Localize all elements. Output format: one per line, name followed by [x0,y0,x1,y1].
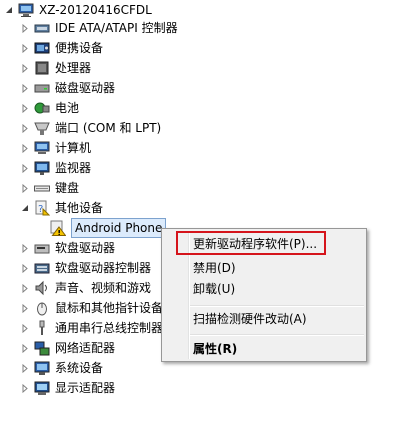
tree-item-processors[interactable]: 处理器 [20,58,91,78]
menu-item-disable[interactable]: 禁用(D) [193,257,236,279]
tree-item-computer[interactable]: 计算机 [20,138,91,158]
ide-controller-icon [34,20,50,36]
tree-item-floppy-controllers[interactable]: 软盘驱动器控制器 [20,258,151,278]
keyboard-icon [34,180,50,196]
tree-item-label: 便携设备 [55,41,104,55]
expanded-arrow-icon[interactable] [20,198,30,218]
tree-item-label: 系统设备 [55,361,104,375]
tree-item-label: 监视器 [55,161,92,175]
floppy-drive-icon [34,240,50,256]
annotation-highlight-box [176,231,326,255]
collapsed-arrow-icon[interactable] [20,258,30,278]
collapsed-arrow-icon[interactable] [20,138,30,158]
sound-icon [34,280,50,296]
mouse-icon [34,300,50,316]
collapsed-arrow-icon[interactable] [20,178,30,198]
disk-drive-icon [34,80,50,96]
tree-item-other-devices[interactable]: ? 其他设备 [20,198,103,218]
tree-item-label: 计算机 [55,141,92,155]
tree-root-label: XZ-20120416CFDL [39,3,152,17]
tree-root[interactable]: XZ-20120416CFDL [4,0,152,20]
other-devices-icon: ? [34,200,50,216]
tree-item-disk-drives[interactable]: 磁盘驱动器 [20,78,115,98]
network-adapter-icon [34,340,50,356]
warning-device-icon [50,220,66,236]
expanded-arrow-icon[interactable] [4,0,14,20]
menu-separator [190,334,364,336]
tree-item-usb-controllers[interactable]: 通用串行总线控制器 [20,318,163,338]
usb-icon [34,320,50,336]
tree-item-sound-video-game[interactable]: 声音、视频和游戏 [20,278,151,298]
collapsed-arrow-icon[interactable] [20,118,30,138]
tree-item-label: 电池 [55,101,80,115]
tree-item-portable-devices[interactable]: 便携设备 [20,38,103,58]
tree-item-network-adapters[interactable]: 网络适配器 [20,338,115,358]
collapsed-arrow-icon[interactable] [20,18,30,38]
menu-item-uninstall[interactable]: 卸载(U) [193,278,235,300]
tree-item-android-phone[interactable]: Android Phone [50,218,167,238]
menu-separator [190,305,364,307]
collapsed-arrow-icon[interactable] [20,38,30,58]
computer-icon [34,140,50,156]
tree-item-label: 网络适配器 [55,341,116,355]
collapsed-arrow-icon[interactable] [20,378,30,398]
battery-icon [34,100,50,116]
tree-item-label: IDE ATA/ATAPI 控制器 [55,21,178,35]
tree-item-label: 声音、视频和游戏 [55,281,152,295]
tree-item-label: 软盘驱动器 [55,241,116,255]
tree-item-system-devices[interactable]: 系统设备 [20,358,103,378]
collapsed-arrow-icon[interactable] [20,318,30,338]
portable-device-icon [34,40,50,56]
collapsed-arrow-icon[interactable] [20,238,30,258]
tree-item-label: 键盘 [55,181,80,195]
collapsed-arrow-icon[interactable] [20,78,30,98]
tree-item-label: 鼠标和其他指针设备 [55,301,164,315]
tree-item-label: 磁盘驱动器 [55,81,116,95]
tree-item-label: 显示适配器 [55,381,116,395]
tree-item-keyboards[interactable]: 键盘 [20,178,79,198]
collapsed-arrow-icon[interactable] [20,98,30,118]
collapsed-arrow-icon[interactable] [20,58,30,78]
tree-item-monitors[interactable]: 监视器 [20,158,91,178]
menu-item-scan-hardware[interactable]: 扫描检测硬件改动(A) [193,308,307,330]
processor-icon [34,60,50,76]
collapsed-arrow-icon[interactable] [20,158,30,178]
tree-item-batteries[interactable]: 电池 [20,98,79,118]
display-adapter-icon [34,380,50,396]
system-device-icon [34,360,50,376]
tree-item-label-selected: Android Phone [71,218,167,238]
tree-item-label: 软盘驱动器控制器 [55,261,152,275]
tree-item-label: 处理器 [55,61,92,75]
tree-item-floppy-drives[interactable]: 软盘驱动器 [20,238,115,258]
collapsed-arrow-icon[interactable] [20,298,30,318]
computer-root-icon [18,2,34,18]
menu-item-properties[interactable]: 属性(R) [193,338,237,360]
tree-item-label: 通用串行总线控制器 [55,321,164,335]
port-icon [34,120,50,136]
monitor-icon [34,160,50,176]
tree-item-ports[interactable]: 端口 (COM 和 LPT) [20,118,161,138]
collapsed-arrow-icon[interactable] [20,278,30,298]
tree-item-label: 端口 (COM 和 LPT) [55,121,162,135]
floppy-controller-icon [34,260,50,276]
tree-item-ide-controller[interactable]: IDE ATA/ATAPI 控制器 [20,18,178,38]
tree-item-label: 其他设备 [55,201,104,215]
collapsed-arrow-icon[interactable] [20,338,30,358]
tree-item-display-adapters[interactable]: 显示适配器 [20,378,115,398]
collapsed-arrow-icon[interactable] [20,358,30,378]
tree-item-mice[interactable]: 鼠标和其他指针设备 [20,298,163,318]
